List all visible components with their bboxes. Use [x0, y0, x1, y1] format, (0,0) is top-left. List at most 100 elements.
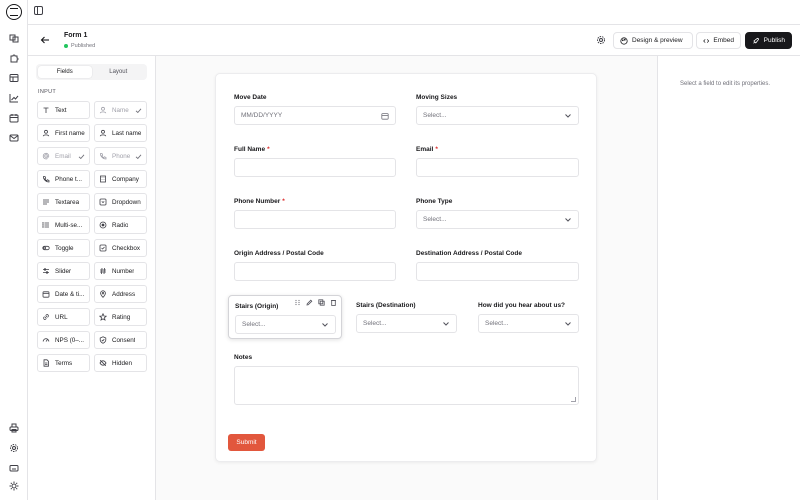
hear-about-label: How did you hear about us?	[478, 302, 566, 309]
star-icon	[99, 313, 107, 321]
app-logo[interactable]	[6, 4, 22, 20]
field-tile-label: Address	[112, 290, 136, 298]
field-tile-email[interactable]: Email	[37, 147, 90, 165]
email-label: Email *	[416, 146, 438, 153]
at-icon	[42, 152, 50, 160]
field-tile-label: Radio	[112, 221, 129, 229]
design-preview-button[interactable]: Design & preview	[613, 32, 693, 49]
stairs-destination-placeholder: Select...	[363, 320, 387, 327]
field-tile-first-name[interactable]: First name	[37, 124, 90, 142]
puzzle-icon[interactable]	[9, 53, 19, 63]
calendar-icon[interactable]	[381, 112, 389, 120]
field-tile-name[interactable]: Name	[94, 101, 147, 119]
back-arrow-icon[interactable]	[40, 35, 50, 45]
full-name-input[interactable]	[234, 158, 396, 177]
printer-icon[interactable]	[9, 423, 19, 433]
field-tile-number[interactable]: Number	[94, 262, 147, 280]
field-tile-last-name[interactable]: Last name	[94, 124, 147, 142]
stairs-destination-select[interactable]: Select...	[356, 314, 457, 333]
code-icon	[703, 38, 710, 43]
phone-number-input[interactable]	[234, 210, 396, 229]
section-label-input: INPUT	[38, 89, 56, 95]
calendar-icon[interactable]	[9, 113, 19, 123]
tab-layout[interactable]: Layout	[92, 66, 146, 78]
field-tile-label: Email	[55, 152, 71, 160]
edit-pencil-icon[interactable]	[306, 299, 313, 306]
check-icon	[135, 154, 142, 160]
destination-address-input[interactable]	[416, 262, 579, 281]
full-name-label: Full Name *	[234, 146, 270, 153]
form-card: Move Date MM/DD/YYYY Moving Sizes Select…	[215, 73, 597, 462]
link-icon	[42, 313, 50, 321]
properties-hint: Select a field to edit its properties.	[680, 81, 771, 87]
sidebar-toggle-icon[interactable]	[34, 6, 43, 15]
destination-address-label: Destination Address / Postal Code	[416, 250, 522, 257]
phone-type-select[interactable]: Select...	[416, 210, 579, 229]
settings-gear-icon[interactable]	[596, 35, 606, 45]
field-tile-toggle[interactable]: Toggle	[37, 239, 90, 257]
table-icon[interactable]	[9, 73, 19, 83]
field-tile-label: URL	[55, 313, 68, 321]
email-input[interactable]	[416, 158, 579, 177]
keyboard-icon[interactable]	[9, 463, 19, 473]
field-tile-dropdown[interactable]: Dropdown	[94, 193, 147, 211]
field-tile-address[interactable]: Address	[94, 285, 147, 303]
field-tile-label: Toggle	[55, 244, 74, 252]
field-tile-text[interactable]: Text	[37, 101, 90, 119]
field-tile-label: Dropdown	[112, 198, 141, 206]
selected-field-stairs-origin[interactable]: Stairs (Origin) Select...	[228, 295, 342, 339]
field-tile-date-ti[interactable]: Date & ti...	[37, 285, 90, 303]
embed-button[interactable]: Embed	[696, 32, 741, 49]
field-tile-consent[interactable]: Consent	[94, 331, 147, 349]
field-tile-textarea[interactable]: Textarea	[37, 193, 90, 211]
stairs-origin-select[interactable]: Select...	[235, 315, 336, 334]
eye-off-icon	[99, 359, 107, 367]
status-text: Published	[71, 43, 96, 49]
drag-handle-icon[interactable]	[294, 299, 301, 306]
pin-icon	[99, 290, 107, 298]
submit-button[interactable]: Submit	[228, 434, 265, 451]
publish-button[interactable]: Publish	[745, 32, 792, 49]
field-tile-slider[interactable]: Slider	[37, 262, 90, 280]
field-tile-checkbox[interactable]: Checkbox	[94, 239, 147, 257]
field-tile-multi-se[interactable]: Multi-se...	[37, 216, 90, 234]
moving-sizes-select[interactable]: Select...	[416, 106, 579, 125]
mail-icon[interactable]	[9, 133, 19, 143]
hear-about-select[interactable]: Select...	[478, 314, 579, 333]
stairs-destination-label: Stairs (Destination)	[356, 302, 416, 309]
panel-tabs: Fields Layout	[36, 64, 147, 80]
chevron-down-icon	[565, 218, 571, 222]
notes-textarea[interactable]	[234, 366, 579, 405]
required-mark: *	[435, 146, 438, 153]
origin-address-input[interactable]	[234, 262, 396, 281]
field-tile-hidden[interactable]: Hidden	[94, 354, 147, 372]
chevron-down-icon	[322, 323, 328, 327]
full-name-label-text: Full Name	[234, 146, 266, 153]
gear-icon[interactable]	[9, 443, 19, 453]
trash-icon[interactable]	[330, 299, 337, 306]
design-preview-label: Design & preview	[632, 37, 683, 44]
chevron-down-icon	[443, 322, 449, 326]
field-tile-url[interactable]: URL	[37, 308, 90, 326]
chart-icon[interactable]	[9, 93, 19, 103]
field-tile-phone[interactable]: Phone	[94, 147, 147, 165]
field-tile-label: Name	[112, 106, 129, 114]
duplicate-icon[interactable]	[318, 299, 325, 306]
tab-fields[interactable]: Fields	[38, 66, 92, 78]
field-tile-terms[interactable]: Terms	[37, 354, 90, 372]
required-mark: *	[282, 198, 285, 205]
move-date-label: Move Date	[234, 94, 267, 101]
field-tile-label: Consent	[112, 336, 136, 344]
field-tile-nps-0[interactable]: NPS (0–...	[37, 331, 90, 349]
field-tile-phone-t[interactable]: Phone t...	[37, 170, 90, 188]
move-date-input[interactable]: MM/DD/YYYY	[234, 106, 396, 125]
field-tile-rating[interactable]: Rating	[94, 308, 147, 326]
sun-icon[interactable]	[9, 481, 19, 491]
field-tile-company[interactable]: Company	[94, 170, 147, 188]
icon-rail	[0, 0, 28, 500]
inbox-icon[interactable]	[9, 33, 19, 43]
field-tile-radio[interactable]: Radio	[94, 216, 147, 234]
field-tile-label: Checkbox	[112, 244, 141, 252]
publish-label: Publish	[763, 37, 785, 44]
slider-icon	[42, 267, 50, 275]
